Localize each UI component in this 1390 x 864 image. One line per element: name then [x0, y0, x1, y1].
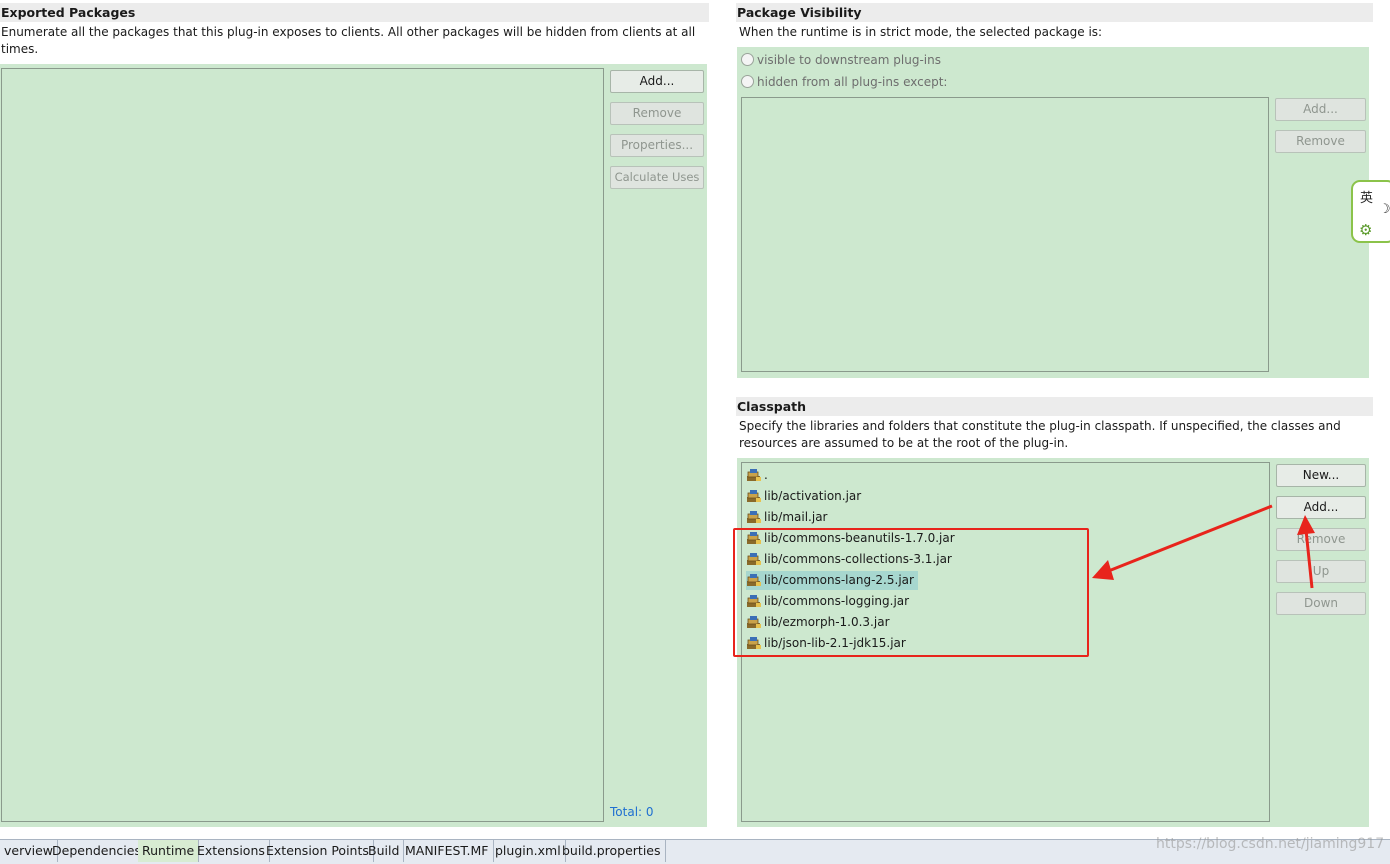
gear-icon[interactable]: ⚙: [1359, 221, 1372, 239]
classpath-header: Classpath: [736, 397, 1373, 416]
exported-packages-description: Enumerate all the packages that this plu…: [1, 24, 701, 58]
classpath-add-button[interactable]: Add...: [1276, 496, 1366, 519]
classpath-item-label: lib/mail.jar: [764, 510, 828, 524]
classpath-desc-line2: resources are assumed to be at the root …: [739, 436, 1069, 450]
ime-toolbar[interactable]: 英 ☽ ⚙: [1351, 180, 1390, 243]
tab-manifest[interactable]: MANIFEST.MF: [401, 840, 494, 862]
package-visibility-description: When the runtime is in strict mode, the …: [739, 25, 1103, 39]
exported-total-count: Total: 0: [610, 805, 654, 819]
classpath-up-button[interactable]: Up: [1276, 560, 1366, 583]
ime-language-indicator[interactable]: 英: [1360, 187, 1373, 206]
jar-icon: [746, 489, 764, 503]
exported-desc-line2: times.: [1, 42, 39, 56]
tab-extensions[interactable]: Extensions: [193, 840, 270, 862]
calculate-uses-button[interactable]: Calculate Uses: [610, 166, 704, 189]
package-visibility-title: Package Visibility: [737, 5, 862, 20]
exported-desc-line1: Enumerate all the packages that this plu…: [1, 25, 696, 39]
classpath-item-label: .: [764, 468, 768, 482]
classpath-new-button[interactable]: New...: [1276, 464, 1366, 487]
exported-properties-button[interactable]: Properties...: [610, 134, 704, 157]
jar-icon: [746, 510, 764, 524]
classpath-list-item[interactable]: lib/activation.jar: [746, 487, 865, 506]
tab-build-properties[interactable]: build.properties: [558, 840, 666, 862]
package-visibility-header: Package Visibility: [736, 3, 1373, 22]
radio-visible-circle[interactable]: [741, 53, 754, 66]
exported-packages-title: Exported Packages: [1, 5, 136, 20]
tab-build[interactable]: Build: [364, 840, 405, 862]
classpath-desc-line1: Specify the libraries and folders that c…: [739, 419, 1341, 433]
visibility-add-button[interactable]: Add...: [1275, 98, 1366, 121]
radio-visible-label: visible to downstream plug-ins: [757, 53, 941, 67]
moon-icon[interactable]: ☽: [1379, 202, 1390, 217]
exported-packages-header: Exported Packages: [0, 3, 709, 22]
classpath-title: Classpath: [737, 399, 807, 414]
exported-add-button[interactable]: Add...: [610, 70, 704, 93]
tab-plugin-xml[interactable]: plugin.xml: [491, 840, 566, 862]
radio-visible-downstream[interactable]: visible to downstream plug-ins: [741, 52, 941, 69]
classpath-description: Specify the libraries and folders that c…: [739, 418, 1369, 452]
radio-hidden-label: hidden from all plug-ins except:: [757, 75, 948, 89]
visibility-remove-button[interactable]: Remove: [1275, 130, 1366, 153]
jar-icon: [746, 468, 764, 482]
exported-packages-list[interactable]: [1, 68, 604, 822]
exported-remove-button[interactable]: Remove: [610, 102, 704, 125]
classpath-down-button[interactable]: Down: [1276, 592, 1366, 615]
radio-hidden-except[interactable]: hidden from all plug-ins except:: [741, 74, 947, 91]
visibility-plugins-list[interactable]: [741, 97, 1269, 372]
watermark-text: https://blog.csdn.net/jiaming917: [1156, 836, 1385, 852]
tab-runtime[interactable]: Runtime: [138, 840, 200, 862]
classpath-list-item[interactable]: lib/mail.jar: [746, 508, 831, 527]
tab-extension-points[interactable]: Extension Points: [262, 840, 374, 862]
classpath-list-item[interactable]: .: [746, 466, 772, 485]
tab-dependencies[interactable]: Dependencies: [48, 840, 146, 862]
classpath-remove-button[interactable]: Remove: [1276, 528, 1366, 551]
annotation-highlight-box: [733, 528, 1089, 657]
radio-hidden-circle[interactable]: [741, 75, 754, 88]
classpath-item-label: lib/activation.jar: [764, 489, 862, 503]
